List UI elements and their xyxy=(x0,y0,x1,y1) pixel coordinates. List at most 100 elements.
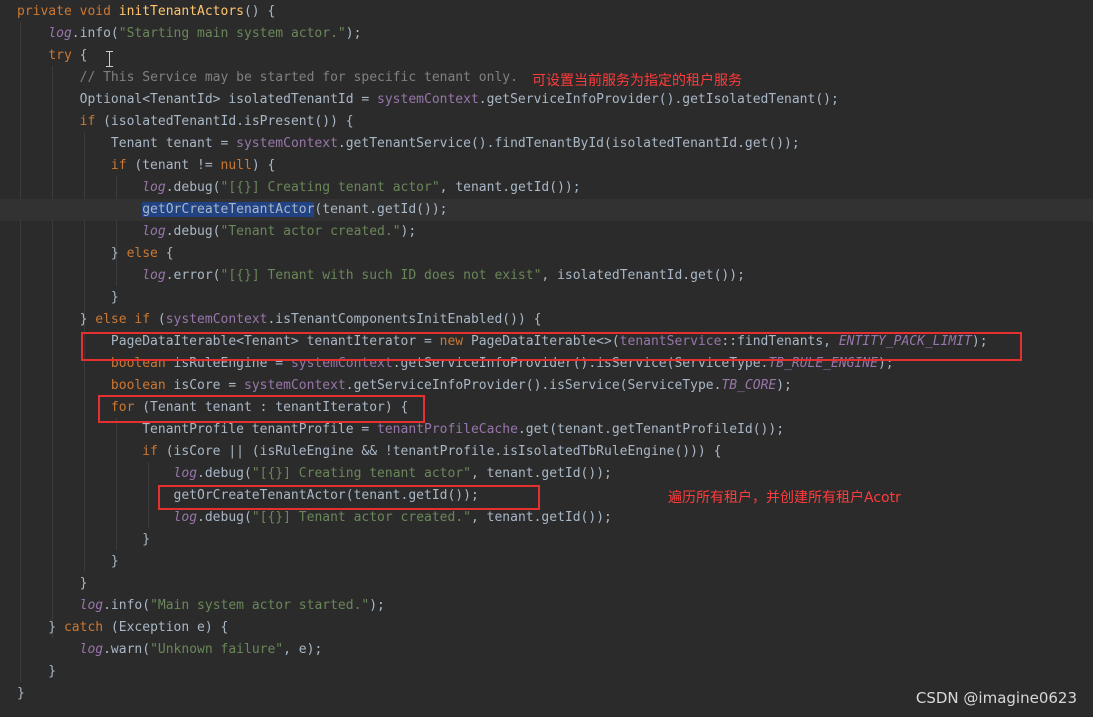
code-token: log xyxy=(79,598,104,613)
code-token: log xyxy=(48,26,72,41)
code-token: initTenantActors xyxy=(118,4,244,19)
code-line: log.debug("Tenant actor created."); xyxy=(0,221,1093,243)
code-token: if xyxy=(142,444,158,459)
code-line: log.info("Main system actor started."); xyxy=(0,595,1093,617)
code-line: Optional<TenantId> isolatedTenantId = sy… xyxy=(0,89,1093,111)
code-token: tenantProfileCache xyxy=(377,422,518,437)
code-token: { xyxy=(157,246,174,261)
code-line: } xyxy=(0,529,1093,551)
code-token: log xyxy=(79,642,104,657)
code-token: .getServiceInfoProvider().getIsolatedTen… xyxy=(478,92,839,107)
code-token: else if xyxy=(95,312,151,327)
code-token: systemContext xyxy=(244,378,346,393)
code-token: .debug( xyxy=(197,466,252,481)
code-token: ) { xyxy=(251,158,276,173)
code-token: , isolatedTenantId.get()); xyxy=(541,268,745,283)
code-token: .debug( xyxy=(165,180,221,195)
code-token: .get(tenant.getTenantProfileId()); xyxy=(517,422,785,437)
code-token: } xyxy=(17,554,119,569)
code-token: .info( xyxy=(103,598,151,613)
code-line: } xyxy=(0,551,1093,573)
code-token: () { xyxy=(243,4,276,19)
code-token: .getServiceInfoProvider().isService(Serv… xyxy=(345,378,722,393)
code-token: "[{}] Creating tenant actor" xyxy=(251,466,471,481)
code-line: if (isCore || (isRuleEngine && !tenantPr… xyxy=(0,441,1093,463)
highlight-box-for-loop xyxy=(98,395,425,423)
code-token: } xyxy=(17,290,119,305)
code-token: systemContext xyxy=(236,136,338,151)
code-token: else xyxy=(126,246,158,261)
code-token: (isolatedTenantId.isPresent()) { xyxy=(95,114,354,129)
code-token: "Main system actor started." xyxy=(150,598,370,613)
code-line: } xyxy=(0,573,1093,595)
code-token: .getTenantService().findTenantById(isola… xyxy=(337,136,800,151)
code-line: if (isolatedTenantId.isPresent()) { xyxy=(0,111,1093,133)
code-token: , tenant.getId()); xyxy=(470,466,612,481)
code-token: , tenant.getId()); xyxy=(470,510,612,525)
code-token: } xyxy=(17,576,88,591)
code-line: } xyxy=(0,287,1093,309)
code-token: "[{}] Tenant with such ID does not exist… xyxy=(220,268,542,283)
code-line: if (tenant != null) { xyxy=(0,155,1093,177)
code-line: } xyxy=(0,661,1093,683)
code-token: ); xyxy=(776,378,792,393)
code-token: .debug( xyxy=(197,510,252,525)
code-token: } xyxy=(17,312,96,327)
code-token: ); xyxy=(369,598,385,613)
annotation-iterate-note: 遍历所有租户，并创建所有租户Acotr xyxy=(668,490,901,506)
code-token: .warn( xyxy=(103,642,151,657)
code-token: try xyxy=(48,48,72,63)
code-token: getOrCreateTenantActor xyxy=(142,202,315,217)
code-token: if xyxy=(110,158,127,173)
code-token: Tenant tenant = xyxy=(17,136,237,151)
code-token: log xyxy=(173,466,198,481)
code-line: log.error("[{}] Tenant with such ID does… xyxy=(0,265,1093,287)
code-token: if xyxy=(79,114,96,129)
code-token: .isTenantComponentsInitEnabled()) { xyxy=(267,312,542,327)
code-token: null xyxy=(220,158,252,173)
code-token: "[{}] Creating tenant actor" xyxy=(220,180,440,195)
code-token: TB_CORE xyxy=(721,378,777,393)
code-line: } else if (systemContext.isTenantCompone… xyxy=(0,309,1093,331)
code-token: boolean xyxy=(110,378,166,393)
code-token: } xyxy=(17,664,57,679)
code-token: (tenant.getId()); xyxy=(314,202,448,217)
code-token: log xyxy=(142,224,166,239)
code-line: } catch (Exception e) { xyxy=(0,617,1093,639)
code-token: log xyxy=(142,180,166,195)
code-token: systemContext xyxy=(377,92,479,107)
code-line: log.debug("[{}] Creating tenant actor", … xyxy=(0,463,1093,485)
code-token: catch xyxy=(63,620,104,635)
code-token: "[{}] Tenant actor created." xyxy=(251,510,471,525)
code-line: log.info("Starting main system actor."); xyxy=(0,23,1093,45)
code-editor[interactable]: private void initTenantActors() { log.in… xyxy=(0,0,1093,717)
highlight-box-page-iterable xyxy=(81,332,1022,361)
code-token: .debug( xyxy=(165,224,221,239)
annotation-service-note: 可设置当前服务为指定的租户服务 xyxy=(532,73,742,89)
code-token: isCore = xyxy=(165,378,244,393)
code-token: "Unknown failure" xyxy=(150,642,284,657)
code-token: Optional<TenantId> isolatedTenantId = xyxy=(17,92,378,107)
watermark: CSDN @imagine0623 xyxy=(915,689,1077,707)
code-token: (Exception e) { xyxy=(103,620,229,635)
code-token: } xyxy=(17,620,64,635)
code-line: try { xyxy=(0,45,1093,67)
code-line: log.warn("Unknown failure", e); xyxy=(0,639,1093,661)
code-line: getOrCreateTenantActor(tenant.getId()); xyxy=(0,199,1093,221)
code-line: } else { xyxy=(0,243,1093,265)
code-token: ); xyxy=(345,26,362,41)
code-token: ); xyxy=(400,224,417,239)
code-token: } xyxy=(17,532,151,547)
